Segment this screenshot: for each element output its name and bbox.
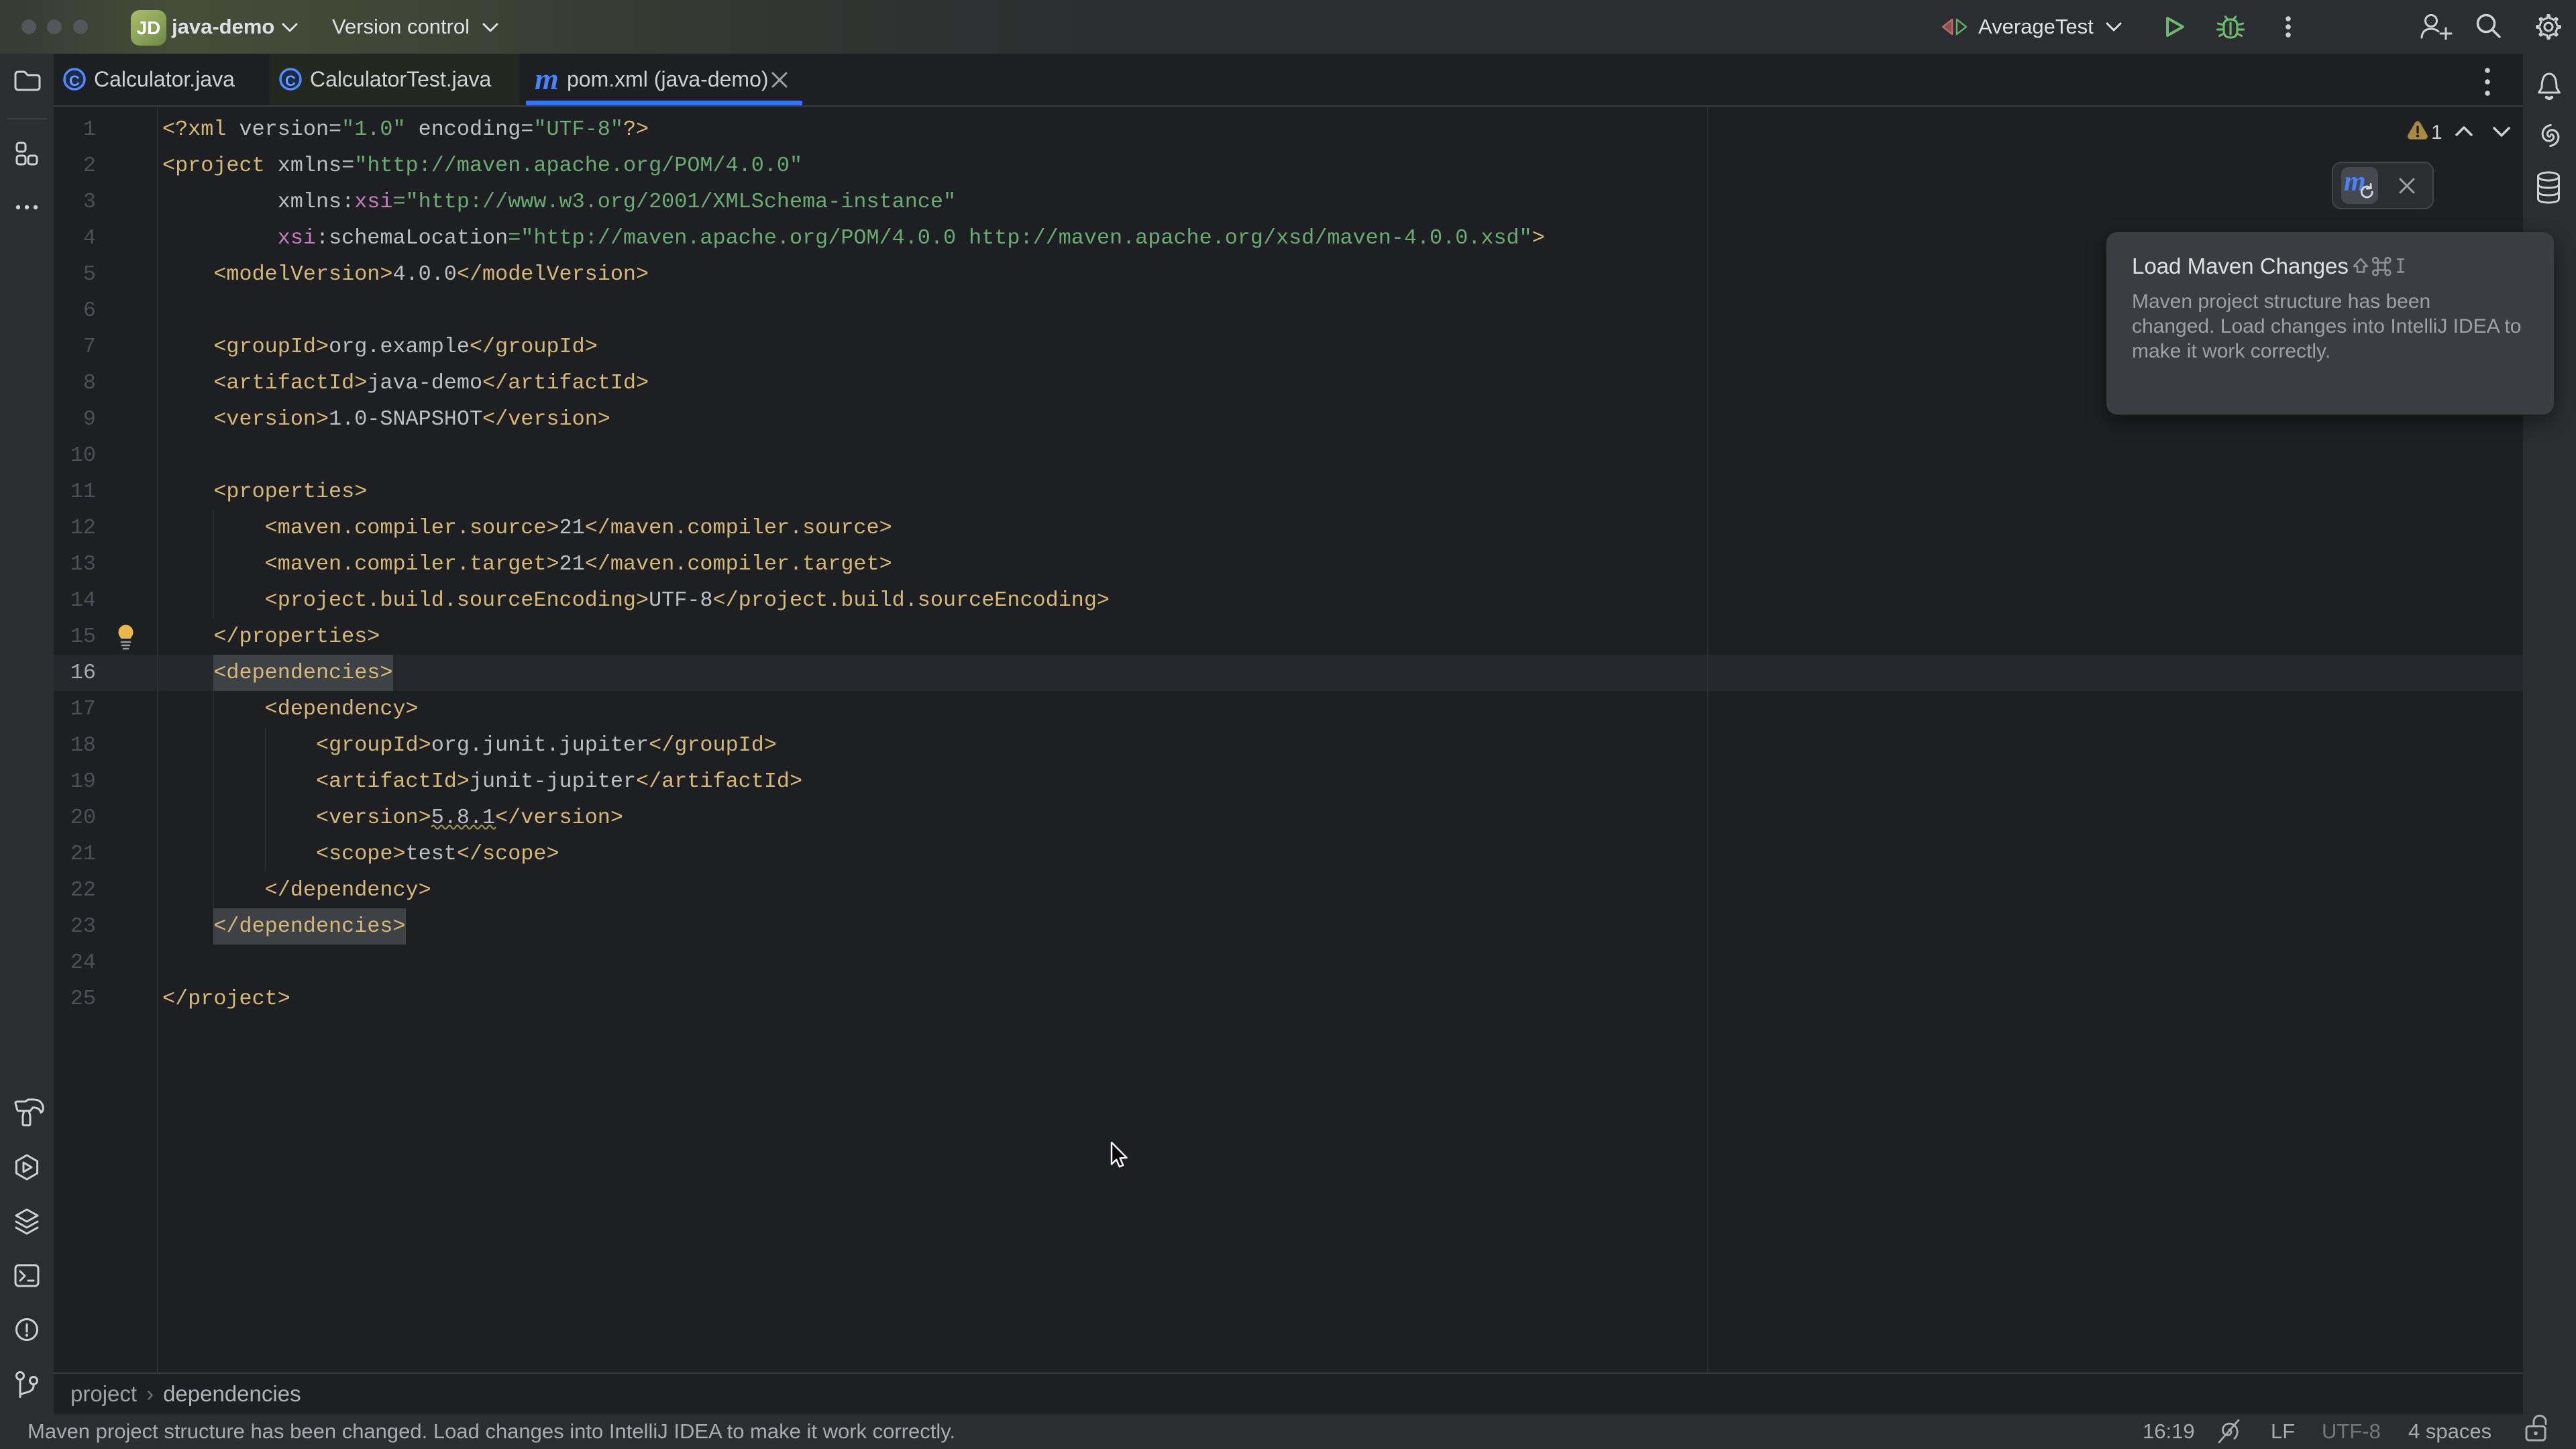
svg-text:m: m	[535, 62, 559, 96]
svg-text:1: 1	[2431, 121, 2443, 144]
svg-text:C: C	[285, 72, 296, 89]
svg-text:C: C	[69, 72, 80, 89]
